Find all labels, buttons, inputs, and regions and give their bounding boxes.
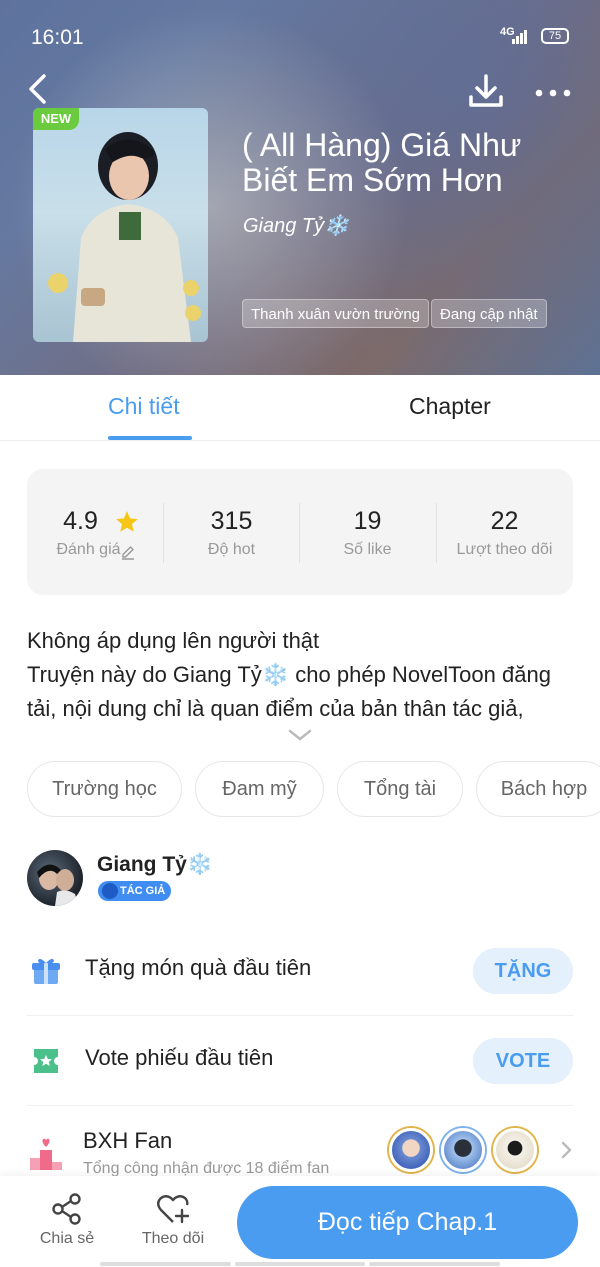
fan-avatar bbox=[493, 1128, 537, 1172]
diamond-icon bbox=[102, 883, 118, 899]
tab-details[interactable]: Chi tiết bbox=[108, 393, 180, 420]
bottom-action-bar: Chia sẻ Theo dõi Đọc tiếp Chap.1 bbox=[0, 1176, 600, 1267]
genre-pill[interactable]: Bách hợp bbox=[476, 761, 600, 817]
gift-button[interactable]: TẶNG bbox=[473, 948, 573, 994]
likes-label: Số like bbox=[343, 541, 392, 558]
follow-button[interactable]: Theo dõi bbox=[133, 1192, 213, 1248]
share-icon bbox=[52, 1193, 81, 1225]
description-line-2: Truyện này do Giang Tỷ❄️ cho phép NovelT… bbox=[27, 662, 551, 721]
gift-label: Tặng món quà đầu tiên bbox=[85, 955, 312, 980]
tab-chapter[interactable]: Chapter bbox=[409, 393, 491, 420]
book-cover[interactable] bbox=[33, 108, 208, 342]
chevron-right-icon[interactable] bbox=[559, 1140, 573, 1160]
book-title: ( All Hàng) Giá Như Biết Em Sớm Hơn bbox=[242, 127, 522, 198]
share-label: Chia sẻ bbox=[39, 1230, 95, 1247]
tag-genre[interactable]: Thanh xuân vườn trường bbox=[242, 299, 430, 328]
genre-pill[interactable]: Trường học bbox=[27, 761, 182, 817]
home-indicator bbox=[100, 1262, 501, 1266]
book-detail-page: 16:01 4G 75 NEW (All Hàng) Giá Như Biết… bbox=[0, 0, 600, 1267]
battery-indicator: 75 bbox=[541, 28, 569, 44]
vote-label: Vote phiếu đầu tiên bbox=[85, 1045, 274, 1070]
author-role-label: TÁC GIẢ bbox=[120, 885, 166, 897]
status-time: 16:01 bbox=[31, 26, 84, 49]
hot-label: Độ hot bbox=[207, 541, 256, 558]
edit-icon[interactable] bbox=[120, 544, 136, 560]
tab-bar: Chi tiết Chapter bbox=[0, 375, 600, 441]
share-button[interactable]: Chia sẻ bbox=[27, 1192, 107, 1248]
tag-status: Đang cập nhật bbox=[431, 299, 547, 328]
stat-hot: 315 Độ hot bbox=[163, 469, 300, 595]
book-description[interactable]: Không áp dụng lên người thật Truyện này … bbox=[27, 624, 582, 728]
stats-card: 4.9 Đánh giá 315 Độ hot 19 Số like 22 Lư… bbox=[27, 469, 573, 595]
podium-icon bbox=[29, 1136, 63, 1175]
new-badge: NEW bbox=[33, 108, 79, 130]
star-icon bbox=[116, 511, 138, 532]
likes-value: 19 bbox=[353, 507, 382, 535]
fan-avatar bbox=[441, 1128, 485, 1172]
gift-row: Tặng món quà đầu tiên TẶNG bbox=[27, 926, 573, 1016]
follow-label: Theo dõi bbox=[141, 1230, 205, 1247]
genre-pill[interactable]: Đam mỹ bbox=[195, 761, 324, 817]
description-line-1: Không áp dụng lên người thật bbox=[27, 628, 320, 653]
rating-label: Đánh giá bbox=[27, 541, 164, 560]
status-bar: 16:01 4G 75 bbox=[0, 0, 600, 72]
author-role-badge: TÁC GIẢ bbox=[98, 881, 172, 901]
back-icon[interactable] bbox=[24, 72, 54, 106]
active-tab-indicator bbox=[108, 436, 192, 440]
rating-value: 4.9 bbox=[27, 507, 164, 536]
author-name[interactable]: Giang Tỷ❄️ bbox=[97, 853, 213, 877]
genre-pill[interactable]: Tổng tài bbox=[337, 761, 463, 817]
more-icon[interactable] bbox=[534, 86, 572, 98]
book-author[interactable]: Giang Tỷ❄️ bbox=[243, 213, 349, 238]
continue-reading-button[interactable]: Đọc tiếp Chap.1 bbox=[237, 1186, 578, 1259]
fan-ranking-title: BXH Fan bbox=[83, 1128, 173, 1153]
stat-followers: 22 Lượt theo dõi bbox=[436, 469, 573, 595]
vote-button[interactable]: VOTE bbox=[473, 1038, 573, 1084]
ticket-icon bbox=[31, 1046, 61, 1076]
hero-header: 16:01 4G 75 NEW (All Hàng) Giá Như Biết… bbox=[0, 0, 600, 375]
followers-label: Lượt theo dõi bbox=[456, 541, 553, 558]
stat-likes: 19 Số like bbox=[299, 469, 436, 595]
fan-avatar bbox=[389, 1128, 433, 1172]
author-avatar[interactable] bbox=[27, 850, 83, 906]
heart-plus-icon bbox=[157, 1195, 190, 1224]
followers-value: 22 bbox=[490, 507, 519, 535]
chevron-down-icon[interactable] bbox=[287, 728, 313, 742]
gift-icon bbox=[31, 956, 61, 986]
hot-value: 315 bbox=[210, 507, 253, 535]
fan-ranking-row[interactable]: BXH Fan Tổng công nhận được 18 điểm fan bbox=[27, 1110, 573, 1180]
stat-rating[interactable]: 4.9 Đánh giá bbox=[27, 469, 164, 595]
signal-icon bbox=[512, 30, 528, 44]
download-icon[interactable] bbox=[466, 72, 506, 110]
vote-row: Vote phiếu đầu tiên VOTE bbox=[27, 1016, 573, 1106]
